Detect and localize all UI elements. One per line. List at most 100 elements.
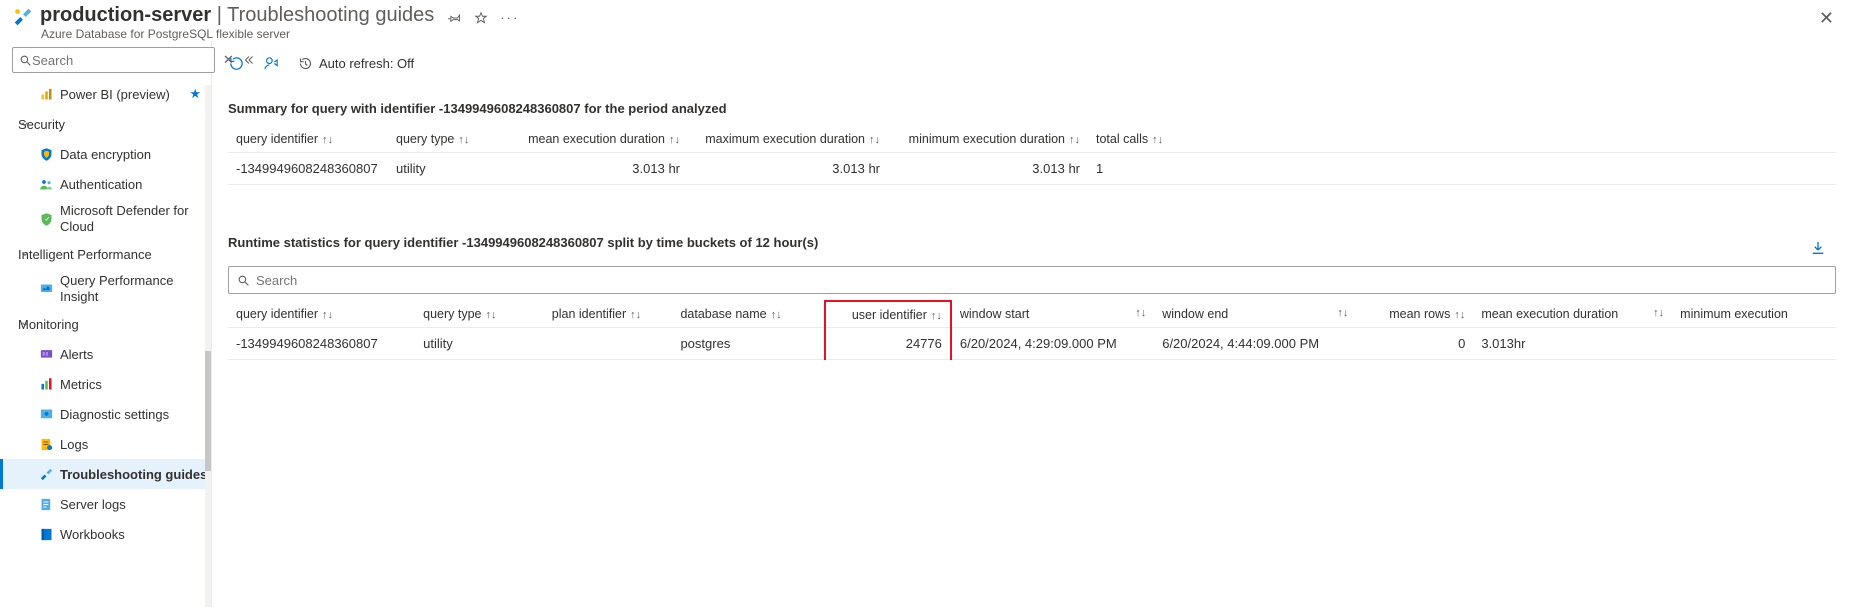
collapse-sidebar-icon[interactable]: [242, 54, 254, 66]
nav-data-encryption[interactable]: Data encryption: [0, 139, 211, 169]
cell-db: postgres: [672, 328, 824, 360]
sort-icon: ↑↓: [669, 134, 680, 146]
sidebar-search[interactable]: [12, 47, 215, 73]
command-bar: Auto refresh: Off: [228, 41, 1836, 85]
col-database-name[interactable]: database name↑↓: [672, 301, 824, 328]
defender-icon: [38, 211, 54, 227]
nav-logs[interactable]: Logs: [0, 429, 211, 459]
close-icon[interactable]: ✕: [1819, 8, 1834, 29]
feedback-icon[interactable]: [263, 55, 280, 72]
nav-group-intelligent-perf[interactable]: Intelligent Performance: [0, 239, 211, 269]
col-query-type[interactable]: query type↑↓: [388, 126, 508, 153]
nav-metrics[interactable]: Metrics: [0, 369, 211, 399]
nav-troubleshooting-guides[interactable]: Troubleshooting guides: [0, 459, 211, 489]
cell-mrows: 0: [1356, 328, 1473, 360]
runtime-row[interactable]: -1349949608248360807 utility postgres 24…: [228, 328, 1836, 360]
cell-plan: [544, 328, 673, 360]
sort-icon: ↑↓: [1454, 309, 1465, 321]
col-user-identifier[interactable]: user identifier↑↓: [825, 301, 951, 328]
more-icon[interactable]: ···: [500, 10, 519, 25]
nav-authentication[interactable]: Authentication: [0, 169, 211, 199]
auto-refresh-label: Auto refresh: Off: [319, 56, 414, 71]
col-window-start[interactable]: window start↑↓: [951, 301, 1154, 328]
history-icon: [298, 56, 313, 71]
auto-refresh-toggle[interactable]: Auto refresh: Off: [298, 56, 414, 71]
col-total-calls[interactable]: total calls↑↓: [1088, 126, 1198, 153]
nav-alerts[interactable]: Alerts: [0, 339, 211, 369]
cell-mean: 3.013 hr: [508, 153, 688, 185]
cell-mdur: 3.013hr: [1473, 328, 1672, 360]
cell-user: 24776: [825, 328, 951, 360]
cell-max: 3.013 hr: [688, 153, 888, 185]
sort-icon: ↑↓: [1152, 134, 1163, 146]
sort-icon: ↑↓: [458, 134, 469, 146]
logs-icon: [38, 436, 54, 452]
runtime-search-input[interactable]: [256, 273, 1827, 288]
col-query-type[interactable]: query type↑↓: [415, 301, 544, 328]
col-mean-exec-duration[interactable]: mean execution duration↑↓: [1473, 301, 1672, 328]
cell-qid: -1349949608248360807: [228, 328, 415, 360]
nav-group-monitoring[interactable]: Monitoring: [0, 309, 211, 339]
troubleshoot-icon: [38, 466, 54, 482]
col-mean-rows[interactable]: mean rows↑↓: [1356, 301, 1473, 328]
nav-label: Microsoft Defender for Cloud: [60, 203, 211, 234]
blade-title: Troubleshooting guides: [227, 4, 434, 26]
col-query-identifier[interactable]: query identifier↑↓: [228, 301, 415, 328]
col-query-identifier[interactable]: query identifier↑↓: [228, 126, 388, 153]
summary-row[interactable]: -1349949608248360807 utility 3.013 hr 3.…: [228, 153, 1836, 185]
nav-workbooks[interactable]: Workbooks: [0, 519, 211, 549]
cell-wstart: 6/20/2024, 4:29:09.000 PM: [951, 328, 1154, 360]
col-min-duration[interactable]: minimum execution duration↑↓: [888, 126, 1088, 153]
cell-mindur: [1672, 328, 1836, 360]
nav-label: Diagnostic settings: [60, 407, 169, 422]
sort-icon: ↑↓: [1337, 307, 1348, 319]
preview-star-icon: ★: [189, 86, 201, 102]
col-mean-duration[interactable]: mean execution duration↑↓: [508, 126, 688, 153]
nav-label: Data encryption: [60, 147, 151, 162]
sort-icon: ↑↓: [931, 310, 942, 322]
nav-label: Power BI (preview): [60, 87, 170, 102]
nav-diagnostic-settings[interactable]: Diagnostic settings: [0, 399, 211, 429]
nav-server-logs[interactable]: Server logs: [0, 489, 211, 519]
nav-powerbi[interactable]: Power BI (preview) ★: [0, 79, 211, 109]
sort-icon: ↑↓: [1135, 307, 1146, 319]
sort-icon: ↑↓: [630, 309, 641, 321]
search-icon: [19, 54, 32, 67]
summary-title: Summary for query with identifier -13499…: [228, 101, 1836, 116]
insight-icon: [38, 281, 54, 297]
col-max-duration[interactable]: maximum execution duration↑↓: [688, 126, 888, 153]
sort-icon: ↑↓: [771, 309, 782, 321]
sort-icon: ↑↓: [1653, 307, 1664, 319]
sidebar-scrollbar-thumb[interactable]: [205, 351, 211, 471]
sort-icon: ↑↓: [322, 134, 333, 146]
search-icon: [237, 274, 250, 287]
chevron-down-icon: [20, 249, 30, 259]
nav-query-perf-insight[interactable]: Query Performance Insight: [0, 269, 211, 309]
nav-defender[interactable]: Microsoft Defender for Cloud: [0, 199, 211, 239]
resource-type: Azure Database for PostgreSQL flexible s…: [41, 27, 434, 41]
runtime-title: Runtime statistics for query identifier …: [228, 235, 818, 250]
resource-name: production-server: [40, 4, 211, 26]
nav-label: Authentication: [60, 177, 142, 192]
favorite-star-icon[interactable]: [474, 11, 488, 25]
download-icon[interactable]: [1810, 240, 1826, 256]
col-min-exec-duration[interactable]: minimum execution: [1672, 301, 1836, 328]
nav-label: Intelligent Performance: [18, 247, 152, 262]
nav-label: Metrics: [60, 377, 102, 392]
sort-icon: ↑↓: [1069, 134, 1080, 146]
cell-wend: 6/20/2024, 4:44:09.000 PM: [1154, 328, 1356, 360]
runtime-search[interactable]: [228, 266, 1836, 294]
powerbi-icon: [38, 86, 54, 102]
col-plan-identifier[interactable]: plan identifier↑↓: [544, 301, 673, 328]
sidebar-search-input[interactable]: [32, 53, 208, 68]
sort-icon: ↑↓: [322, 309, 333, 321]
search-clear-icon[interactable]: ✕: [223, 52, 234, 68]
nav-group-security[interactable]: Security: [0, 109, 211, 139]
sort-icon: ↑↓: [486, 309, 497, 321]
nav-label: Alerts: [60, 347, 93, 362]
col-window-end[interactable]: window end↑↓: [1154, 301, 1356, 328]
pin-icon[interactable]: [448, 11, 462, 25]
chevron-down-icon: [20, 119, 30, 129]
nav-sidebar: ✕ Power BI (preview) ★ Security Data enc…: [0, 41, 212, 607]
sort-icon: ↑↓: [869, 134, 880, 146]
